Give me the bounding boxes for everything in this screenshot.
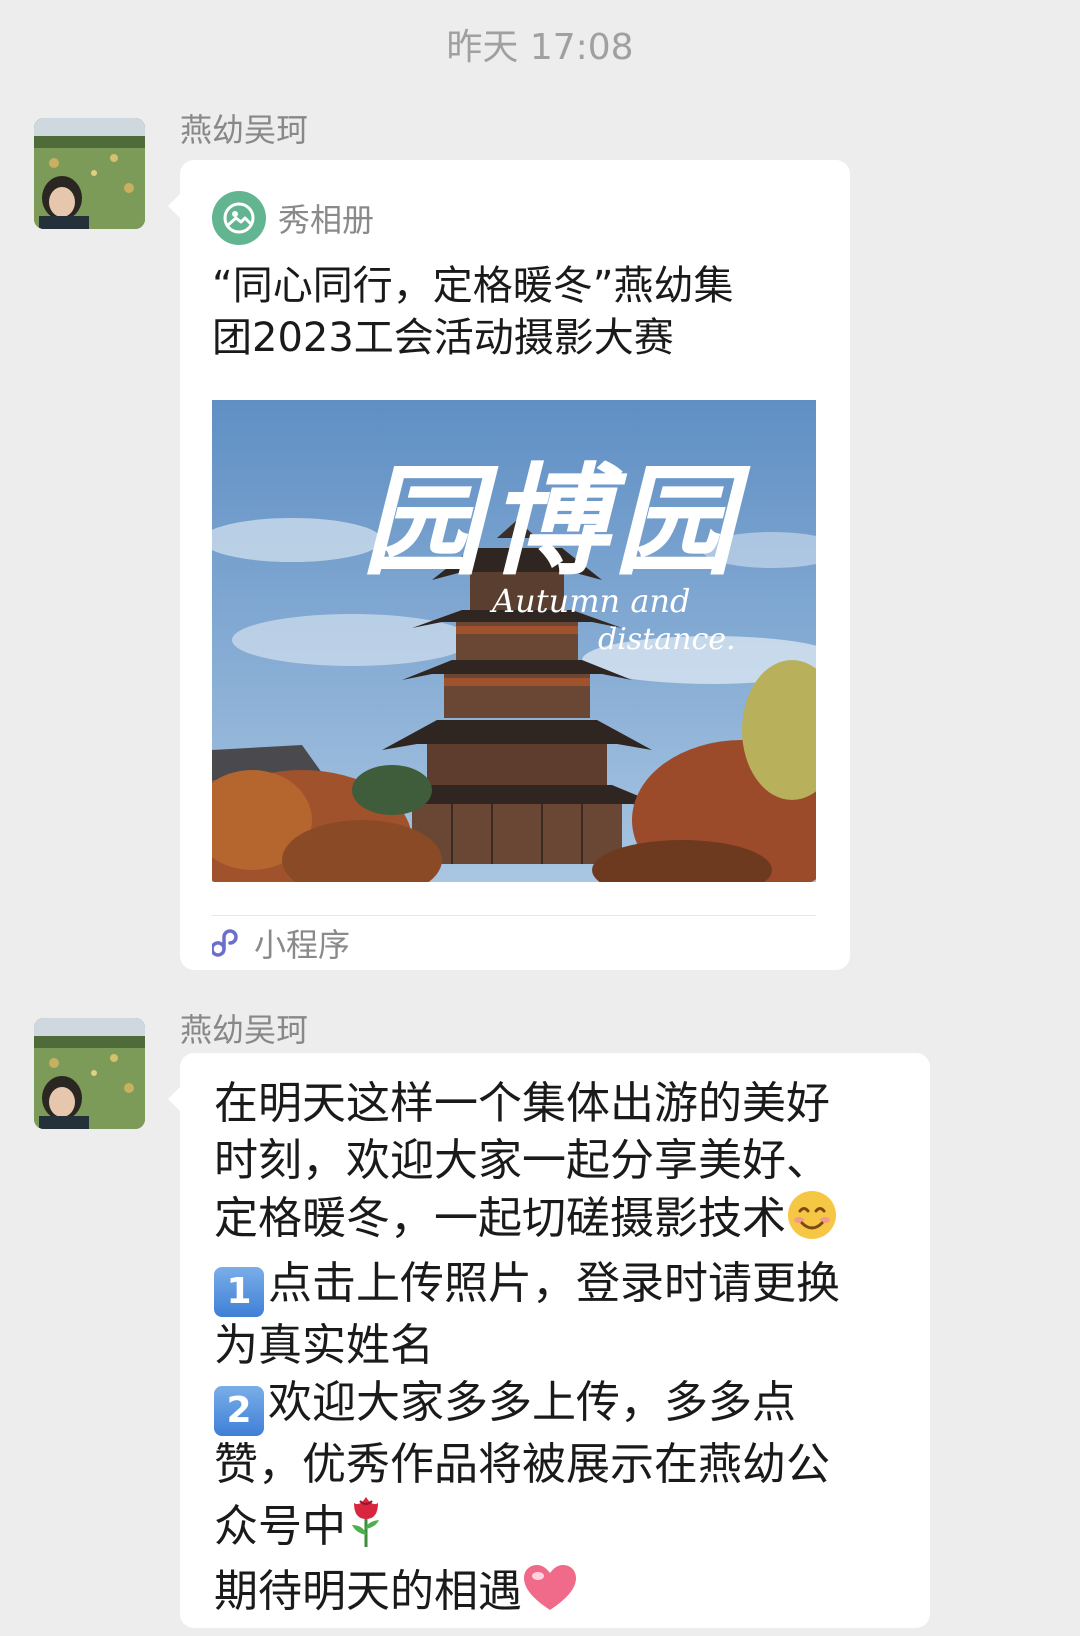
message-text: 定格暖冬，一起切磋摄影技术 bbox=[214, 1193, 786, 1244]
cover-caption: Autumn and bbox=[492, 582, 691, 620]
message-line: 2 欢迎大家多多上传，多多点 bbox=[214, 1374, 896, 1436]
message-line: 期待明天的相遇 bbox=[214, 1563, 896, 1628]
text-message-bubble[interactable]: 在明天这样一个集体出游的美好 时刻，欢迎大家一起分享美好、 定格暖冬，一起切磋摄… bbox=[168, 1053, 930, 1628]
sender-avatar[interactable] bbox=[34, 118, 145, 229]
cover-caption: distance. bbox=[598, 622, 736, 657]
message-line: 赞，优秀作品将被展示在燕幼公 bbox=[214, 1439, 830, 1490]
sender-name: 燕幼吴珂 bbox=[180, 1011, 309, 1049]
card-cover-image: 园博园 Autumn and distance. bbox=[212, 400, 816, 882]
cover-title-cn: 园博园 bbox=[362, 451, 740, 592]
mini-program-name: 秀相册 bbox=[278, 201, 375, 239]
keycap-one-icon: 1 bbox=[214, 1267, 264, 1317]
mini-program-label: 小程序 bbox=[254, 926, 351, 964]
card-footer: 小程序 bbox=[212, 920, 350, 966]
message-line: 为真实姓名 bbox=[214, 1320, 434, 1371]
chat-timestamp: 昨天 17:08 bbox=[446, 27, 634, 68]
card-title-line: “同心同行，定格暖冬”燕幼集 bbox=[212, 263, 734, 309]
message-text: 点击上传照片，登录时请更换 bbox=[268, 1258, 840, 1309]
rose-icon bbox=[346, 1493, 386, 1563]
message-line: 1 点击上传照片，登录时请更换 bbox=[214, 1255, 896, 1317]
mini-program-card[interactable]: 秀相册 “同心同行，定格暖冬”燕幼集 团2023工会活动摄影大赛 园博园 Aut… bbox=[168, 160, 850, 970]
message-text: 欢迎大家多多上传，多多点 bbox=[268, 1377, 796, 1428]
red-heart-icon bbox=[522, 1564, 578, 1628]
message-text: 众号中 bbox=[214, 1501, 346, 1552]
message-line: 时刻，欢迎大家一起分享美好、 bbox=[214, 1135, 830, 1186]
album-app-icon bbox=[212, 191, 266, 245]
sender-avatar[interactable] bbox=[34, 1018, 145, 1129]
sender-name: 燕幼吴珂 bbox=[180, 111, 309, 149]
message-line: 众号中 bbox=[214, 1493, 896, 1563]
card-title: “同心同行，定格暖冬”燕幼集 团2023工会活动摄影大赛 bbox=[212, 260, 812, 364]
message-line: 定格暖冬，一起切磋摄影技术 bbox=[214, 1189, 896, 1255]
keycap-two-icon: 2 bbox=[214, 1386, 264, 1436]
smiling-face-icon bbox=[786, 1189, 838, 1255]
mini-program-link-icon bbox=[212, 929, 238, 957]
card-title-line: 团2023工会活动摄影大赛 bbox=[212, 315, 674, 361]
message-line: 在明天这样一个集体出游的美好 bbox=[214, 1078, 830, 1129]
card-divider bbox=[212, 915, 816, 916]
message-text: 期待明天的相遇 bbox=[214, 1566, 522, 1617]
